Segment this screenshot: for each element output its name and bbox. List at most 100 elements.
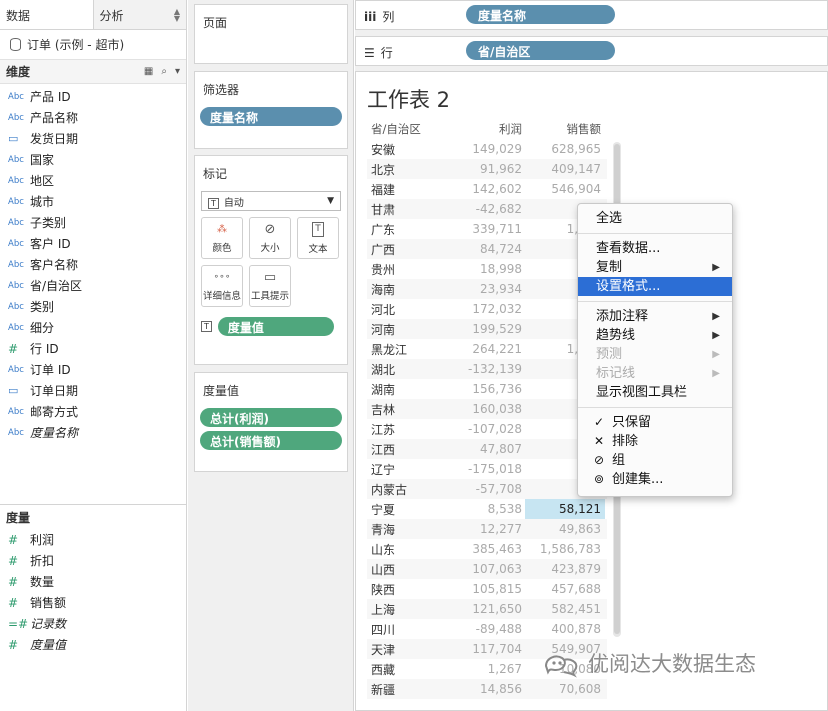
filter-pill-measure-names[interactable]: 度量名称	[200, 107, 342, 126]
table-row[interactable]: 湖南156,736723	[367, 379, 607, 399]
province-cell[interactable]: 福建	[367, 181, 455, 198]
menu-item[interactable]: ⊘ 组	[578, 451, 732, 470]
menu-item[interactable]: ⊚ 创建集...	[578, 470, 732, 489]
view-list-icon[interactable]: ▦	[144, 66, 153, 77]
dimension-field[interactable]: Abc 细分	[0, 317, 186, 338]
sales-cell[interactable]: 423,879	[525, 562, 605, 576]
dimension-field[interactable]: Abc 类别	[0, 296, 186, 317]
profit-cell[interactable]: 156,736	[455, 382, 525, 396]
province-cell[interactable]: 陕西	[367, 581, 455, 598]
sales-cell[interactable]: 1,586,783	[525, 542, 605, 556]
measure-field[interactable]: # 度量值	[0, 634, 186, 655]
dimension-field[interactable]: Abc 客户 ID	[0, 233, 186, 254]
tab-data[interactable]: 数据	[0, 0, 94, 29]
province-cell[interactable]: 新疆	[367, 681, 455, 698]
province-cell[interactable]: 四川	[367, 621, 455, 638]
table-row[interactable]: 青海 12,277 49,863	[367, 519, 607, 539]
profit-cell[interactable]: 14,856	[455, 682, 525, 696]
province-cell[interactable]: 江苏	[367, 421, 455, 438]
sales-cell[interactable]: 58,121	[525, 499, 605, 519]
table-row[interactable]: 辽宁-175,018835	[367, 459, 607, 479]
tab-analysis[interactable]: 分析 ▲ ▼	[93, 0, 186, 29]
profit-cell[interactable]: 12,277	[455, 522, 525, 536]
profit-cell[interactable]: 117,704	[455, 642, 525, 656]
province-cell[interactable]: 宁夏	[367, 501, 455, 518]
table-row[interactable]: 江西47,807237	[367, 439, 607, 459]
text-button[interactable]: T 文本	[297, 217, 339, 259]
profit-cell[interactable]: 121,650	[455, 602, 525, 616]
province-cell[interactable]: 天津	[367, 641, 455, 658]
province-cell[interactable]: 湖南	[367, 381, 455, 398]
dimension-field[interactable]: Abc 产品 ID	[0, 86, 186, 107]
dimension-field[interactable]: Abc 地区	[0, 170, 186, 191]
dimension-field[interactable]: Abc 订单 ID	[0, 359, 186, 380]
profit-cell[interactable]: -89,488	[455, 622, 525, 636]
province-cell[interactable]: 山东	[367, 541, 455, 558]
province-cell[interactable]: 青海	[367, 521, 455, 538]
rows-pill-province[interactable]: 省/自治区	[466, 41, 615, 60]
pages-card[interactable]: 页面	[194, 4, 348, 64]
dimension-field[interactable]: # 行 ID	[0, 338, 186, 359]
profit-cell[interactable]: 107,063	[455, 562, 525, 576]
header-profit[interactable]: 利润	[455, 121, 525, 139]
profit-cell[interactable]: 264,221	[455, 342, 525, 356]
province-cell[interactable]: 海南	[367, 281, 455, 298]
detail-button[interactable]: ∘∘∘ 详细信息	[201, 265, 243, 307]
sales-cell[interactable]: 409,147	[525, 162, 605, 176]
table-row[interactable]: 贵州18,998108	[367, 259, 607, 279]
profit-cell[interactable]: 172,032	[455, 302, 525, 316]
profit-cell[interactable]: -175,018	[455, 462, 525, 476]
profit-cell[interactable]: 18,998	[455, 262, 525, 276]
mark-type-dropdown[interactable]: T 自动 ▼	[201, 191, 341, 211]
table-row[interactable]: 内蒙古-57,708273	[367, 479, 607, 499]
menu-item[interactable]: 全选	[578, 209, 732, 228]
province-cell[interactable]: 北京	[367, 161, 455, 178]
province-cell[interactable]: 安徽	[367, 141, 455, 158]
measure-field[interactable]: # 折扣	[0, 550, 186, 571]
measure-field[interactable]: # 销售额	[0, 592, 186, 613]
menu-item[interactable]: 趋势线 ▶	[578, 326, 732, 345]
province-cell[interactable]: 江西	[367, 441, 455, 458]
search-icon[interactable]: ⌕	[161, 66, 167, 77]
province-cell[interactable]: 河北	[367, 301, 455, 318]
table-row[interactable]: 陕西 105,815 457,688	[367, 579, 607, 599]
profit-cell[interactable]: -107,028	[455, 422, 525, 436]
dimension-field[interactable]: Abc 邮寄方式	[0, 401, 186, 422]
dimension-field[interactable]: ▭ 订单日期	[0, 380, 186, 401]
province-cell[interactable]: 西藏	[367, 661, 455, 678]
province-cell[interactable]: 甘肃	[367, 201, 455, 218]
header-sales[interactable]: 销售额	[525, 121, 605, 139]
profit-cell[interactable]: 199,529	[455, 322, 525, 336]
profit-cell[interactable]: 1,267	[455, 662, 525, 676]
table-row[interactable]: 黑龙江264,2211,208	[367, 339, 607, 359]
rows-shelf[interactable]: ☰ 行 省/自治区	[355, 36, 828, 66]
table-row[interactable]: 海南23,934107	[367, 279, 607, 299]
table-row[interactable]: 上海 121,650 582,451	[367, 599, 607, 619]
sales-cell[interactable]: 628,965	[525, 142, 605, 156]
province-cell[interactable]: 贵州	[367, 261, 455, 278]
table-row[interactable]: 吉林160,038666	[367, 399, 607, 419]
province-cell[interactable]: 河南	[367, 321, 455, 338]
profit-cell[interactable]: 23,934	[455, 282, 525, 296]
sales-cell[interactable]: 49,863	[525, 522, 605, 536]
profit-cell[interactable]: 339,711	[455, 222, 525, 236]
table-row[interactable]: 湖北-132,139627	[367, 359, 607, 379]
header-province[interactable]: 省/自治区	[367, 121, 455, 139]
profit-cell[interactable]: 47,807	[455, 442, 525, 456]
table-row[interactable]: 山西 107,063 423,879	[367, 559, 607, 579]
sales-cell[interactable]: 546,904	[525, 182, 605, 196]
dimension-field[interactable]: ▭ 发货日期	[0, 128, 186, 149]
size-button[interactable]: ⊘ 大小	[249, 217, 291, 259]
sales-cell[interactable]: 70,608	[525, 682, 605, 696]
marks-pill-measure-values[interactable]: 度量值	[217, 317, 334, 336]
profit-cell[interactable]: 84,724	[455, 242, 525, 256]
color-button[interactable]: ⁂ 颜色	[201, 217, 243, 259]
province-cell[interactable]: 上海	[367, 601, 455, 618]
sales-cell[interactable]: 400,878	[525, 622, 605, 636]
province-cell[interactable]: 广西	[367, 241, 455, 258]
measure-field[interactable]: =# 记录数	[0, 613, 186, 634]
province-cell[interactable]: 湖北	[367, 361, 455, 378]
dimension-field[interactable]: Abc 城市	[0, 191, 186, 212]
profit-cell[interactable]: 149,029	[455, 142, 525, 156]
profit-cell[interactable]: 160,038	[455, 402, 525, 416]
